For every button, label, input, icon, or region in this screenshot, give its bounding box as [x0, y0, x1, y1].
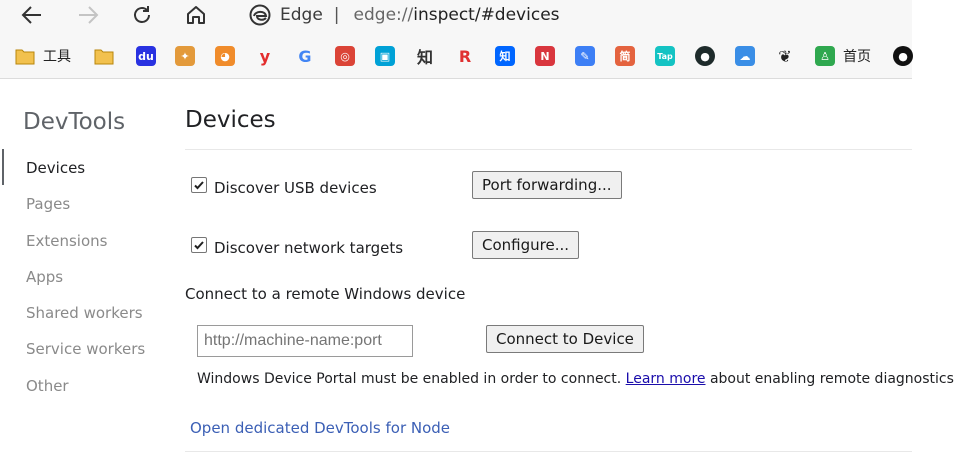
bookmark-item[interactable]: G	[295, 45, 315, 67]
bookmark-item[interactable]: ●	[893, 45, 913, 67]
bookmark-label: 工具	[43, 49, 71, 65]
note-text: Windows Device Portal must be enabled in…	[197, 371, 622, 387]
r-icon: R	[458, 46, 472, 66]
address-separator: |	[333, 5, 340, 25]
sidebar-item-other[interactable]: Other	[26, 377, 69, 395]
jian-icon: 简	[615, 46, 635, 66]
checkmark-icon	[194, 241, 204, 250]
bookmark-item[interactable]: 简	[615, 45, 635, 67]
bottom-divider	[185, 451, 912, 452]
port-forwarding-button[interactable]: Port forwarding...	[472, 171, 622, 199]
bilibili-icon: ▣	[375, 46, 395, 66]
folder-icon	[15, 46, 35, 66]
github-icon: ●	[893, 46, 913, 66]
zhihu-icon: 知	[495, 46, 515, 66]
forward-button[interactable]	[72, 2, 104, 28]
discover-network-checkbox[interactable]	[191, 237, 207, 253]
sidebar-item-pages[interactable]: Pages	[26, 195, 70, 213]
google-icon: G	[298, 46, 312, 66]
folder-icon	[94, 46, 114, 66]
bookmark-item[interactable]: ◎	[335, 45, 355, 67]
leaf-icon: ❦	[778, 46, 792, 66]
bookmark-item[interactable]: ▣	[375, 45, 395, 67]
sidebar-item-service-workers[interactable]: Service workers	[26, 340, 145, 358]
url-path: inspect/#devices	[413, 5, 560, 25]
bookmark-item[interactable]: N	[535, 45, 555, 67]
browser-toolbar: Edge | edge:// inspect/#devices 工具 du ✦ ◕ y G…	[0, 0, 913, 79]
circle-icon: ●	[695, 46, 715, 66]
bookmark-item[interactable]: y	[255, 45, 275, 67]
device-portal-note: Windows Device Portal must be enabled in…	[197, 371, 954, 387]
sidebar-item-apps[interactable]: Apps	[26, 268, 63, 286]
zhi-icon: 知	[416, 48, 433, 67]
bookmark-item[interactable]: 知	[495, 45, 515, 67]
home-button[interactable]	[180, 2, 212, 28]
sidebar-item-devices[interactable]: Devices	[26, 159, 85, 177]
active-indicator	[2, 149, 4, 185]
bookmark-item[interactable]: ✦	[175, 45, 195, 67]
bookmark-item[interactable]: ☁	[735, 45, 755, 67]
sidebar-title: DevTools	[23, 109, 126, 135]
title-divider	[185, 149, 912, 150]
refresh-button[interactable]	[126, 2, 158, 28]
bookmark-item[interactable]: R	[455, 45, 475, 67]
bookmark-item[interactable]: 工具	[15, 45, 71, 67]
page-title: Devices	[185, 107, 276, 133]
tap-icon: Tap	[655, 46, 675, 66]
navigation-row: Edge | edge:// inspect/#devices	[0, 0, 912, 32]
blue-note-icon: ✎	[575, 46, 595, 66]
mascot-icon: ◕	[215, 46, 235, 66]
bookmark-item[interactable]: 知	[415, 45, 435, 67]
bookmark-item[interactable]: ♙ 首页	[815, 45, 871, 67]
y-icon: y	[259, 46, 271, 66]
note-text-end: about enabling remote diagnostics	[709, 371, 954, 387]
bookmark-item[interactable]: ✎	[575, 45, 595, 67]
back-arrow-icon	[21, 6, 41, 24]
remote-device-input[interactable]	[197, 325, 413, 357]
devices-panel: Devices Discover USB devices Port forwar…	[185, 79, 954, 462]
chrome-icon: ◎	[335, 46, 355, 66]
news-icon: N	[535, 46, 555, 66]
checkmark-icon	[194, 181, 204, 190]
cloud-icon: ☁	[735, 46, 755, 66]
discover-network-label: Discover network targets	[214, 239, 404, 257]
edge-logo-icon	[249, 4, 271, 26]
connect-to-device-button[interactable]: Connect to Device	[486, 325, 644, 353]
home-icon	[187, 6, 205, 24]
address-bar[interactable]: Edge | edge:// inspect/#devices	[233, 0, 912, 30]
sidebar-item-extensions[interactable]: Extensions	[26, 232, 107, 250]
discover-usb-label: Discover USB devices	[214, 179, 377, 197]
browser-brand: Edge	[280, 5, 323, 25]
discover-usb-checkbox[interactable]	[191, 177, 207, 193]
sidebar: DevTools Devices Pages Extensions Apps S…	[0, 79, 170, 462]
sidebar-item-shared-workers[interactable]: Shared workers	[26, 304, 143, 322]
refresh-icon	[134, 6, 150, 23]
android-icon: ♙	[815, 46, 835, 66]
bookmark-item[interactable]: ●	[695, 45, 715, 67]
node-devtools-link[interactable]: Open dedicated DevTools for Node	[190, 419, 450, 437]
back-button[interactable]	[16, 2, 48, 28]
url-scheme: edge://	[353, 5, 414, 25]
bookmark-label: 首页	[843, 49, 871, 65]
bookmark-item[interactable]: Tap	[655, 45, 675, 67]
configure-button[interactable]: Configure...	[472, 231, 580, 259]
bookmarks-bar: 工具 du ✦ ◕ y G ◎ ▣ 知 R 知 N ✎ 简 Tap ● ☁ ❦ ♙ 首页 ●	[0, 40, 913, 72]
forward-arrow-icon	[79, 6, 99, 24]
learn-more-link[interactable]: Learn more	[626, 371, 706, 387]
bookmark-item[interactable]: du	[136, 45, 156, 67]
bookmark-item[interactable]	[94, 45, 114, 67]
bookmark-item[interactable]: ❦	[775, 45, 795, 67]
bookmark-item[interactable]: ◕	[215, 45, 235, 67]
remote-device-heading: Connect to a remote Windows device	[185, 285, 466, 303]
bird-icon: ✦	[175, 46, 195, 66]
baidu-icon: du	[136, 46, 156, 66]
